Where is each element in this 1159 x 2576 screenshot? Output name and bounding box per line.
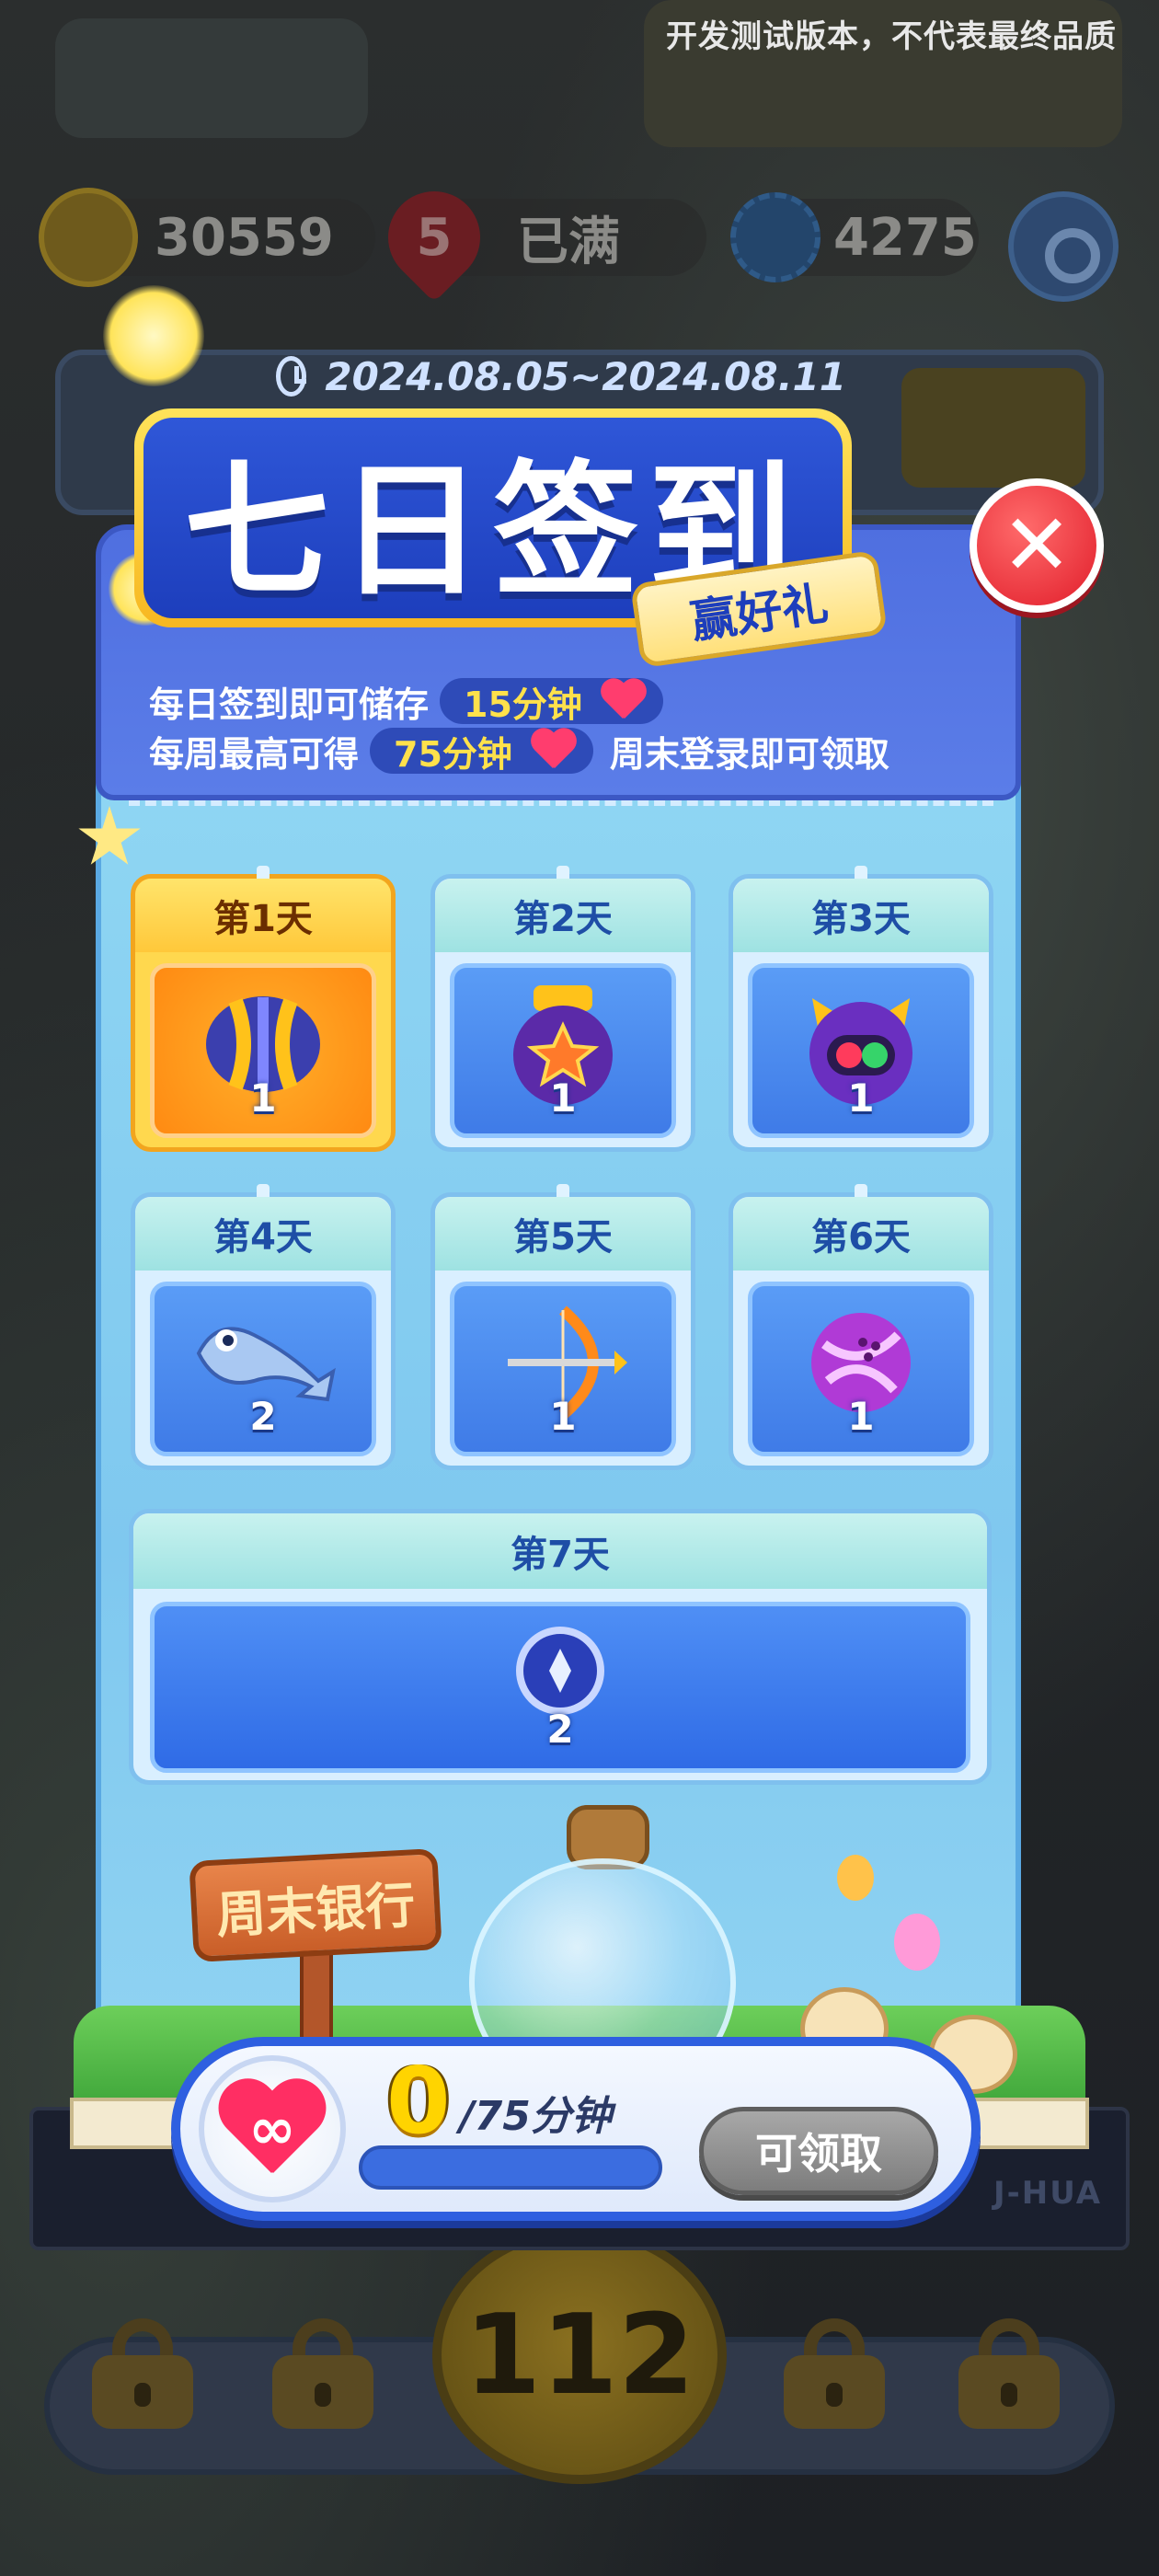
background-reward-box [901,368,1085,488]
bank-total: /75分钟 [459,2093,612,2140]
reward-count: 2 [546,1707,574,1752]
reward-slot: 1 [748,1282,974,1456]
coin-icon [39,188,138,287]
cap-value: 4275 [833,207,977,268]
clock-icon [276,356,307,397]
coin-value: 30559 [155,207,334,268]
lock-icon[interactable] [958,2318,1060,2429]
balloon-icon [837,1855,874,1901]
coin-counter[interactable]: 30559 [39,188,375,287]
level-play-button[interactable]: 112 [432,2226,727,2484]
lives-status: 已满 [517,212,620,272]
day-label: 第7天 [133,1513,987,1589]
bank-amount: 0 /75分钟 [386,2055,612,2147]
infinity-symbol: ∞ [248,2095,296,2162]
day-card-1[interactable]: 第1天 1 [131,866,396,1152]
info-daily-value: 15分钟 [464,684,582,725]
info-daily-tag: 15分钟 [440,678,663,725]
divider [129,800,993,806]
info-daily-text: 每日签到即可储存 [149,684,430,725]
bottle-cap-icon [730,192,820,282]
day-card-2[interactable]: 第2天 1 [430,866,695,1152]
reward-count: 1 [847,1394,875,1439]
day-label: 第3天 [733,879,989,952]
lives-count: 5 [416,207,453,268]
event-date-range: 2024.08.05~2024.08.11 [276,348,846,405]
reward-count: 2 [249,1394,277,1439]
reward-count: 1 [549,1075,577,1121]
reward-slot: 2 [150,1602,970,1773]
day-card-4[interactable]: 第4天 2 [131,1184,396,1470]
level-number: 112 [464,2291,695,2420]
reward-slot: 1 [748,963,974,1138]
infinite-heart-icon [599,680,647,722]
lock-icon[interactable] [92,2318,193,2429]
lock-icon[interactable] [784,2318,885,2429]
day-label: 第4天 [135,1197,391,1271]
reward-count: 1 [249,1075,277,1121]
day-label: 第6天 [733,1197,989,1271]
day-label: 第1天 [135,879,391,952]
info-line-weekly: 每周最高可得 75分钟 周末登录即可领取 [149,725,889,776]
day-card-3[interactable]: 第3天 1 [729,866,993,1152]
info-weekend-text: 周末登录即可领取 [609,733,889,775]
balloon-icon [894,1914,940,1971]
close-icon: ✕ [1001,496,1073,594]
day-label: 第2天 [435,879,691,952]
info-weekly-value: 75分钟 [394,733,512,775]
dev-watermark: 开发测试版本，不代表最终品质 [666,18,1117,55]
token-coin-icon [516,1627,604,1716]
weekend-bank-sign: 周末银行 [189,1848,442,1962]
lock-icon[interactable] [272,2318,373,2429]
bank-progress-track [359,2145,662,2190]
reward-slot: 1 [450,963,676,1138]
info-weekly-text: 每周最高可得 [149,733,360,775]
reward-slot: 1 [150,963,376,1138]
info-weekly-tag: 75分钟 [370,728,593,775]
info-line-daily: 每日签到即可储存 15分钟 [149,675,674,727]
brand-logo: J-HUA [993,2175,1103,2212]
lives-counter[interactable]: 5 已满 [369,172,706,303]
claim-button[interactable]: 可领取 [699,2107,938,2195]
date-text: 2024.08.05~2024.08.11 [325,353,846,399]
reward-count: 1 [549,1394,577,1439]
bank-current: 0 [386,2047,451,2155]
close-button[interactable]: ✕ [970,478,1104,613]
background-building [55,18,368,138]
day-card-6[interactable]: 第6天 1 [729,1184,993,1470]
settings-gear-icon[interactable] [1008,191,1119,302]
cap-counter[interactable]: 4275 [730,192,979,282]
infinite-heart-icon: ∞ [199,2055,346,2202]
infinite-heart-icon [529,730,577,772]
reward-slot: 2 [150,1282,376,1456]
day-card-5[interactable]: 第5天 1 [430,1184,695,1470]
day-card-7[interactable]: 第7天 2 [129,1509,992,1785]
sparkle-light [103,285,204,386]
reward-slot: 1 [450,1282,676,1456]
reward-count: 1 [847,1075,875,1121]
day-label: 第5天 [435,1197,691,1271]
